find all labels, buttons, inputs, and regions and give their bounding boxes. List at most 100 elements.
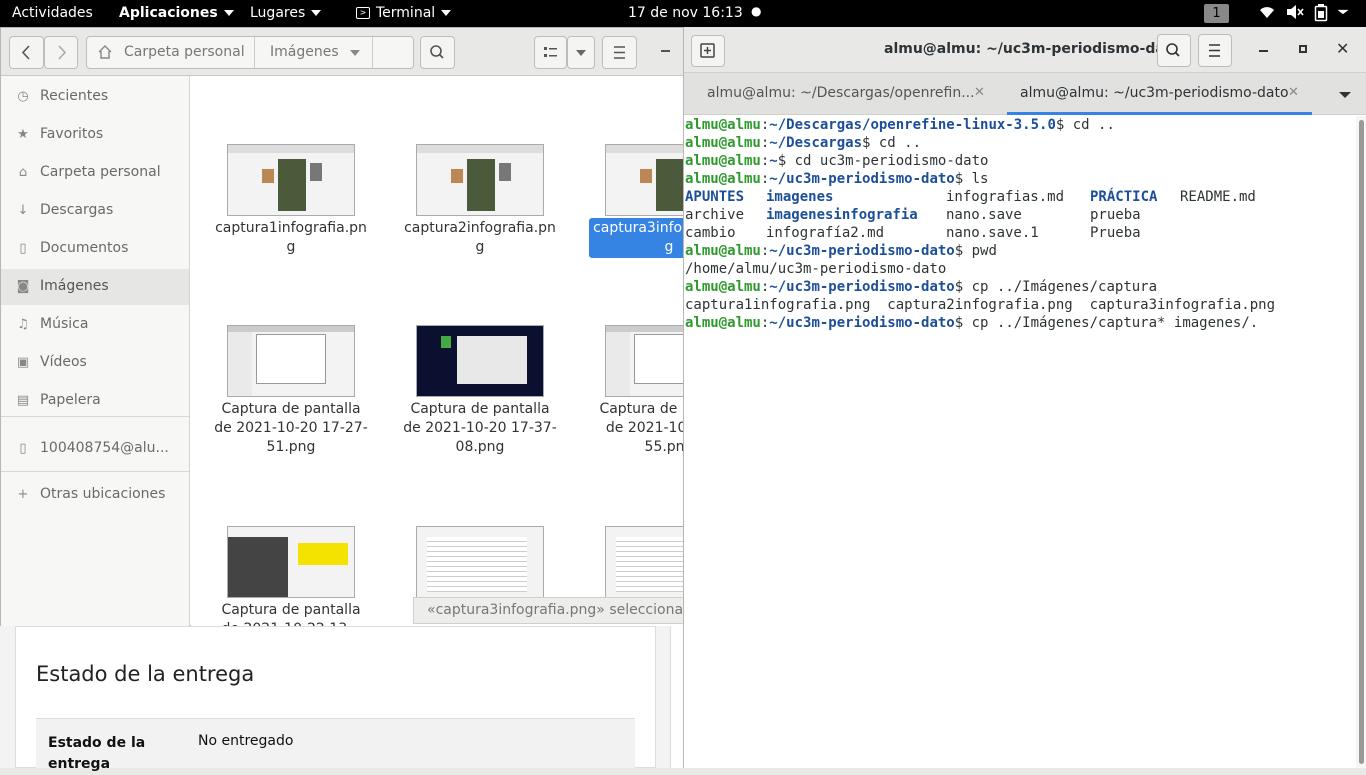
search-button[interactable]: [420, 36, 455, 69]
file-item[interactable]: [589, 526, 683, 602]
path-segment-images[interactable]: Imágenes: [270, 44, 339, 60]
ls-entry: APUNTES: [685, 189, 745, 205]
prompt-directory: ~/uc3m-periodismo-dato: [769, 315, 955, 331]
maximize-icon[interactable]: [1299, 45, 1307, 53]
file-thumbnail: [227, 144, 355, 216]
terminal-scrollbar[interactable]: [1356, 116, 1366, 768]
close-tab-icon[interactable]: ✕: [974, 85, 985, 100]
sidebar-item-label: Otras ubicaciones: [40, 486, 166, 502]
sidebar-item-label: Vídeos: [40, 354, 87, 370]
places-menu[interactable]: Lugares: [250, 5, 322, 21]
file-item[interactable]: [400, 526, 560, 602]
forward-button[interactable]: [44, 36, 78, 69]
sidebar-item-label: Carpeta personal: [40, 164, 161, 180]
tabs-menu-chevron-icon[interactable]: [1339, 92, 1351, 98]
clock-icon: ◷: [17, 89, 29, 104]
sidebar-item-home[interactable]: ⌂ Carpeta personal: [1, 155, 189, 191]
minimize-icon[interactable]: [661, 50, 670, 52]
command-text: cp ../Imágenes/captura: [963, 279, 1158, 295]
chevron-down-icon: [311, 10, 322, 16]
sidebar-item-camera[interactable]: ◙ Imágenes: [1, 269, 189, 305]
prompt-directory: ~/Descargas/openrefine-linux-3.5.0: [769, 117, 1056, 133]
path-bar: Carpeta personal Imágenes: [86, 36, 414, 69]
sidebar-item-clock[interactable]: ◷ Recientes: [1, 79, 189, 115]
terminal-line: archive imagenesinfografia nano.save prueba: [685, 206, 1355, 224]
terminal-search-button[interactable]: [1157, 34, 1191, 67]
sidebar-item-download[interactable]: ↓ Descargas: [1, 193, 189, 229]
chevron-down-icon[interactable]: [350, 50, 360, 56]
sidebar-item-plus[interactable]: + Otras ubicaciones: [1, 477, 189, 513]
wifi-icon[interactable]: [1258, 3, 1276, 25]
sidebar-item-network-drive[interactable]: ▯ 100408754@alu...: [1, 431, 189, 467]
sidebar-item-label: Descargas: [40, 202, 114, 218]
sidebar-item-trash[interactable]: ▤ Papelera: [1, 383, 189, 419]
ls-entry: infografias.md: [946, 189, 1065, 205]
system-menu-chevron-icon[interactable]: [1337, 6, 1349, 17]
prompt-user: almu@almu: [685, 243, 761, 259]
terminal-icon: >: [356, 7, 370, 19]
submission-status-label: Estado de la entrega: [48, 735, 146, 772]
battery-icon[interactable]: [1314, 4, 1328, 26]
view-options-button[interactable]: [567, 36, 595, 69]
sidebar-item-label: 100408754@alu...: [40, 440, 169, 456]
sidebar-item-video[interactable]: ▣ Vídeos: [1, 345, 189, 381]
volume-muted-icon[interactable]: [1285, 3, 1305, 25]
terminal-menu-button[interactable]: [1198, 34, 1232, 67]
sidebar-item-label: Documentos: [40, 240, 129, 256]
file-item[interactable]: captura2infografia.png: [400, 144, 560, 258]
path-separator: [372, 37, 373, 68]
sidebar-item-star[interactable]: ★ Favoritos: [1, 117, 189, 153]
scrollbar-thumb[interactable]: [1359, 120, 1364, 764]
back-button[interactable]: [9, 36, 44, 69]
search-icon: [430, 45, 444, 59]
clock[interactable]: 17 de nov 16:13: [628, 5, 743, 21]
file-item[interactable]: Captura de pantalla de 2021-10-22 13...: [211, 526, 371, 626]
file-item[interactable]: Captura de pantalla de 2021-10-20 17-27-…: [211, 325, 371, 458]
ls-entry: cambio: [685, 225, 736, 241]
terminal-line: almu@almu:~/uc3m-periodismo-dato$ cp ../…: [685, 278, 1355, 296]
prompt-directory: ~/Descargas: [769, 135, 863, 151]
sidebar-item-music[interactable]: ♫ Música: [1, 307, 189, 343]
path-segment-home[interactable]: Carpeta personal: [124, 44, 245, 60]
prompt-user: almu@almu: [685, 153, 761, 169]
app-menu[interactable]: > Terminal: [356, 5, 452, 21]
terminal-line: almu@almu:~/uc3m-periodismo-dato$ cp ../…: [685, 314, 1355, 332]
terminal-line: /home/almu/uc3m-periodismo-dato: [685, 261, 947, 277]
prompt-symbol: $: [954, 171, 964, 187]
menu-button[interactable]: [602, 36, 637, 69]
chevron-left-icon: [21, 45, 30, 60]
file-item[interactable]: Captura de pantalla de 2021-10-20 17-37-…: [400, 325, 560, 458]
file-item[interactable]: Captura de pantalla de 2021-10-... 53-55…: [589, 325, 683, 458]
terminal-line: APUNTES imagenes infografias.md PRÁCTICA REA…: [685, 188, 1355, 206]
view-list-button[interactable]: [534, 36, 567, 69]
file-name: captura1infografia.png: [215, 220, 367, 255]
workspace-indicator[interactable]: 1: [1204, 4, 1229, 23]
tab-label: almu@almu: ~/uc3m-periodismo-dato: [1020, 85, 1289, 101]
tab-periodismo-dato[interactable]: almu@almu: ~/uc3m-periodismo-dato ✕: [1007, 73, 1312, 115]
minimize-icon[interactable]: [1259, 50, 1268, 52]
places-label: Lugares: [250, 5, 306, 21]
applications-menu[interactable]: Aplicaciones: [119, 5, 234, 21]
places-sidebar: ◷ Recientes ★ Favoritos ⌂ Carpeta personal ↓ De…: [1, 76, 190, 626]
submission-status-heading: Estado de la entrega: [36, 662, 255, 686]
close-icon[interactable]: ✕: [1336, 39, 1349, 58]
hamburger-menu-icon: [614, 46, 625, 59]
chevron-down-icon: [576, 50, 586, 56]
activities-button[interactable]: Actividades: [12, 5, 93, 21]
file-thumbnail: [605, 325, 683, 397]
new-tab-button[interactable]: [691, 35, 725, 67]
path-separator: [254, 37, 255, 68]
file-item[interactable]: captura3infografia.png: [589, 144, 683, 258]
command-text: cd ..: [1064, 117, 1115, 133]
selection-status: «captura3infografia.png» seleccionado: [413, 597, 685, 624]
ls-entry: Prueba: [1090, 225, 1141, 241]
file-item[interactable]: captura1infografia.png: [211, 144, 371, 258]
tab-downloads[interactable]: almu@almu: ~/Descargas/openrefin... ✕: [684, 73, 1007, 115]
ls-entry: nano.save.1: [946, 225, 1039, 241]
sidebar-item-document[interactable]: ▯ Documentos: [1, 231, 189, 267]
terminal-output[interactable]: almu@almu:~/Descargas/openrefine-linux-3…: [685, 116, 1355, 768]
ls-entry: infografía2.md: [766, 225, 885, 241]
file-name: Captura de pantalla de 2021-10-20 17-27-…: [214, 401, 368, 455]
star-icon: ★: [17, 127, 29, 142]
close-tab-icon[interactable]: ✕: [1288, 85, 1299, 100]
